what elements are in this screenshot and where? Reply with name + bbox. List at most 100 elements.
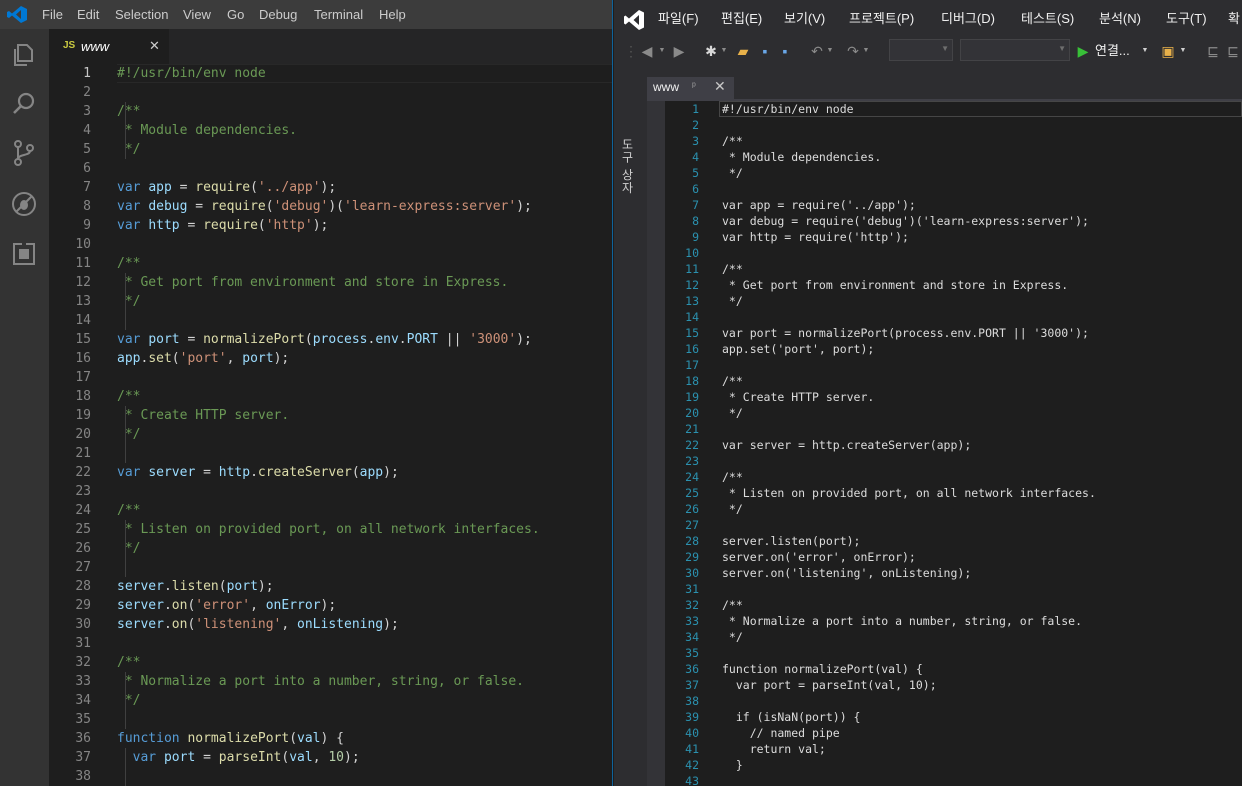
chevron-down-icon[interactable]: ▼ [1179, 41, 1187, 61]
code-token: = [179, 218, 204, 233]
code-token: 'listening' [195, 617, 282, 632]
code-token: /** [117, 503, 141, 518]
chevron-down-icon[interactable]: ▼ [826, 41, 834, 61]
line-number: 11 [685, 262, 699, 276]
menu-edit[interactable]: Edit [77, 0, 99, 29]
code-token: port [226, 579, 258, 594]
uncomment-icon[interactable]: ⊑ [1224, 41, 1242, 61]
code-line: 2 [647, 117, 699, 133]
doc-tab-www[interactable]: www ᵖ ✕ [647, 77, 734, 99]
close-icon[interactable]: ✕ [149, 38, 160, 54]
chevron-down-icon[interactable]: ▼ [1141, 41, 1149, 61]
line-number: 28 [75, 579, 91, 594]
comment-icon[interactable]: ⊑ [1204, 41, 1222, 61]
code-token: server [117, 598, 164, 613]
search-icon[interactable] [10, 90, 38, 118]
code-text: */ [117, 425, 141, 444]
code-token: = [179, 332, 204, 347]
toolbox-tab[interactable]: 도구 상자 [619, 138, 636, 194]
menu-file[interactable]: File [42, 0, 63, 29]
chevron-down-icon[interactable]: ▼ [862, 41, 870, 61]
menu-selection[interactable]: Selection [115, 0, 168, 29]
debug-icon[interactable] [10, 190, 38, 218]
code-text: /** [722, 262, 743, 276]
code-line: 4 * Module dependencies. [49, 121, 297, 140]
code-text: * Module dependencies. [117, 121, 297, 140]
code-text: */ [117, 691, 141, 710]
line-number: 18 [75, 389, 91, 404]
menu-edit-kr[interactable]: 편집(E) [721, 8, 762, 30]
tab-www[interactable]: JS www ✕ [49, 29, 169, 64]
line-number: 32 [75, 655, 91, 670]
menu-extensions-kr[interactable]: 확 [1228, 8, 1240, 30]
menu-project-kr[interactable]: 프로젝트(P) [849, 8, 914, 30]
code-line: 20 */ [647, 405, 743, 421]
undo-icon[interactable]: ↶ [808, 41, 826, 61]
code-token: http [218, 465, 251, 480]
menu-terminal[interactable]: Terminal [314, 0, 363, 29]
code-token: /** [117, 655, 141, 670]
chevron-down-icon[interactable]: ▼ [658, 41, 666, 61]
save-all-icon[interactable]: ▪ [776, 41, 794, 61]
extensions-icon[interactable] [10, 240, 38, 268]
code-line: 6 [49, 159, 91, 178]
pin-icon[interactable]: ᵖ [692, 81, 696, 92]
menu-debug-kr[interactable]: 디버그(D) [941, 8, 995, 30]
code-token: port [242, 351, 274, 366]
code-line: 34 */ [647, 629, 743, 645]
new-project-icon[interactable]: ✱ [702, 41, 720, 61]
menu-view[interactable]: View [183, 0, 211, 29]
line-number: 7 [83, 180, 91, 195]
line-number: 43 [685, 774, 699, 786]
visual-studio-window: 파일(F) 편집(E) 보기(V) 프로젝트(P) 디버그(D) 테스트(S) … [614, 0, 1242, 786]
back-icon[interactable]: ◀ [638, 41, 656, 61]
explorer-icon[interactable] [10, 40, 38, 68]
code-token: . [163, 579, 172, 594]
code-text: /** [722, 470, 743, 484]
line-number: 22 [685, 438, 699, 452]
code-line: 31 [49, 634, 91, 653]
code-token: . [163, 598, 172, 613]
run-icon[interactable]: ▶ [1076, 41, 1090, 61]
vs-code-editor[interactable]: 1 #!/usr/bin/env node 2 3/** 4 * Module depe… [647, 101, 1242, 786]
open-folder-icon[interactable]: ▰ [734, 41, 752, 61]
code-line: 2 [49, 83, 91, 102]
line-number: 12 [685, 278, 699, 292]
code-line: 10 [49, 235, 91, 254]
code-line: 21 [49, 444, 91, 463]
code-line: 1 #!/usr/bin/env node [49, 64, 266, 83]
code-token: ); [257, 579, 274, 594]
code-text: * Create HTTP server. [722, 390, 875, 404]
menu-test-kr[interactable]: 테스트(S) [1021, 8, 1074, 30]
browser-link-icon[interactable]: ▣ [1159, 41, 1177, 61]
menu-help[interactable]: Help [379, 0, 406, 29]
platform-dropdown[interactable]: ▼ [960, 39, 1070, 61]
code-line: 36 function normalizePort(val) { [647, 661, 923, 677]
forward-icon[interactable]: ▶ [670, 41, 688, 61]
line-number: 24 [75, 503, 91, 518]
code-token: require [195, 180, 251, 195]
editor-tab-bar: JS www ✕ [49, 29, 613, 64]
save-icon[interactable]: ▪ [756, 41, 774, 61]
code-line: 19 * Create HTTP server. [647, 389, 874, 405]
code-editor[interactable]: 1 #!/usr/bin/env node 2 3/** 4 * Module depe… [49, 64, 613, 786]
menu-tools-kr[interactable]: 도구(T) [1166, 8, 1207, 30]
menu-view-kr[interactable]: 보기(V) [784, 8, 825, 30]
close-icon[interactable]: ✕ [714, 78, 726, 95]
menu-analyze-kr[interactable]: 분석(N) [1099, 8, 1141, 30]
code-line: 9 var http = require('http'); [49, 216, 328, 235]
code-line: 35 [49, 710, 91, 729]
menu-go[interactable]: Go [227, 0, 244, 29]
source-control-icon[interactable] [10, 139, 38, 167]
line-number: 22 [75, 465, 91, 480]
redo-icon[interactable]: ↷ [844, 41, 862, 61]
menu-debug[interactable]: Debug [259, 0, 297, 29]
code-line: 17 [647, 357, 699, 373]
run-button[interactable]: 연결... [1095, 41, 1130, 61]
menu-file-kr[interactable]: 파일(F) [658, 8, 699, 30]
chevron-down-icon[interactable]: ▼ [720, 41, 728, 61]
code-line: 13 */ [647, 293, 743, 309]
line-number: 13 [75, 294, 91, 309]
solution-config-dropdown[interactable]: ▼ [889, 39, 953, 61]
code-token: * Listen on provided port, on all networ… [117, 522, 540, 537]
